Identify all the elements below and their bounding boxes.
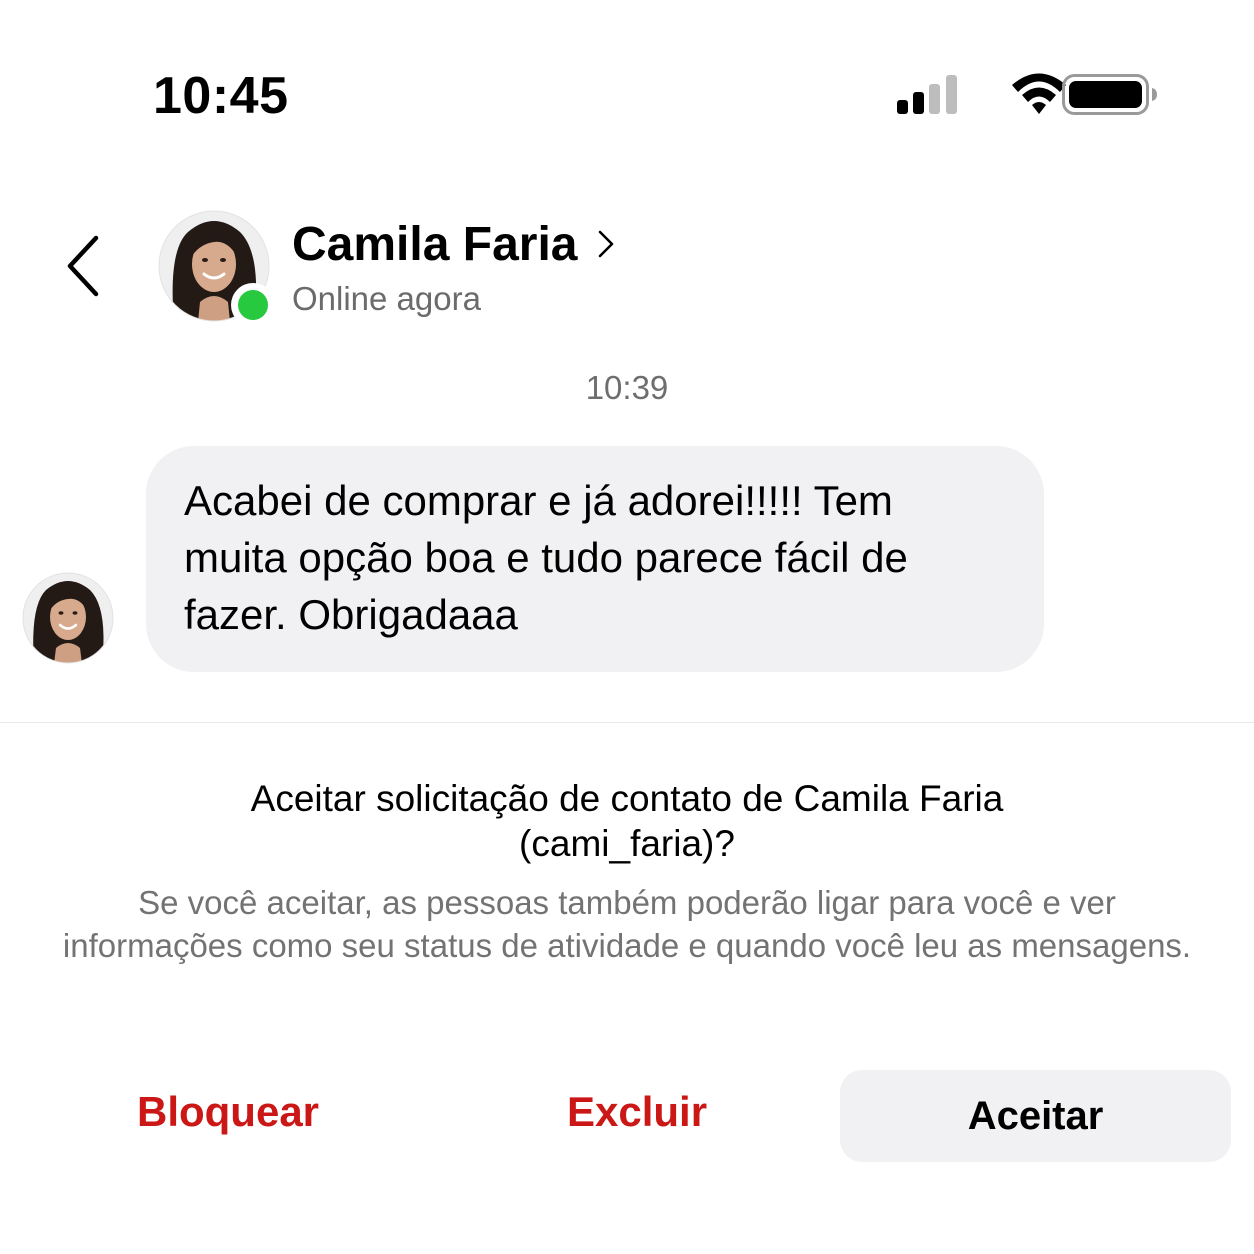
cellular-signal-icon bbox=[897, 75, 957, 114]
request-title: Aceitar solicitação de contato de Camila… bbox=[250, 778, 1004, 864]
divider bbox=[0, 722, 1254, 723]
status-time: 10:45 bbox=[153, 67, 289, 125]
accept-button[interactable]: Aceitar bbox=[840, 1070, 1231, 1162]
contact-status: Online agora bbox=[292, 280, 481, 317]
delete-button[interactable]: Excluir bbox=[567, 1084, 707, 1140]
status-icons bbox=[897, 73, 1157, 115]
chevron-right-icon[interactable] bbox=[594, 226, 618, 262]
message-timestamp: 10:39 bbox=[585, 369, 669, 406]
chevron-left-icon[interactable] bbox=[58, 232, 110, 302]
message-bubble[interactable]: Acabei de comprar e já adorei!!!!! Tem m… bbox=[146, 446, 1044, 672]
wifi-icon bbox=[1012, 73, 1066, 114]
contact-name[interactable]: Camila Faria bbox=[292, 216, 577, 274]
online-status-indicator bbox=[231, 283, 275, 327]
request-description: Se você aceitar, as pessoas também poder… bbox=[62, 884, 1192, 964]
block-button[interactable]: Bloquear bbox=[137, 1084, 319, 1140]
battery-icon bbox=[1062, 74, 1157, 115]
sender-avatar[interactable] bbox=[22, 572, 114, 664]
